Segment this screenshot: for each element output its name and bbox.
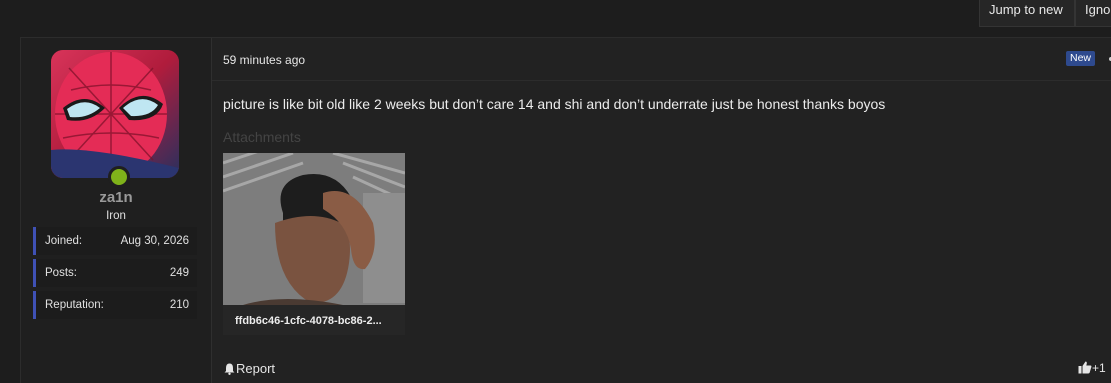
ignore-button[interactable]: Ignore [1075,0,1111,27]
attachment-thumbnail[interactable]: ffdb6c46-1cfc-4078-bc86-2... [223,153,405,335]
bell-icon [224,363,235,378]
like-button[interactable]: +1 [1078,361,1106,375]
stat-label: Joined: [45,235,83,247]
stat-value: 210 [169,299,189,311]
stat-label: Reputation: [45,299,104,311]
forum-post: za1n Iron Joined: Aug 30, 2026 Posts: 24… [20,37,1111,383]
attachments-heading: Attachments [223,129,301,145]
thumbs-up-icon [1078,361,1092,374]
avatar[interactable] [51,50,179,178]
stat-value: 249 [169,267,189,279]
new-badge: New [1066,51,1096,66]
user-rank: Iron [106,210,126,222]
jump-to-new-button[interactable]: Jump to new [979,0,1075,27]
username[interactable]: za1n [21,189,211,206]
post-timestamp[interactable]: 59 minutes ago [223,53,305,67]
stat-value: Aug 30, 2026 [120,235,189,247]
stat-joined: Joined: Aug 30, 2026 [33,227,197,255]
avatar-image [51,50,179,178]
report-label: Report [236,361,276,376]
author-sidebar: za1n Iron Joined: Aug 30, 2026 Posts: 24… [21,38,212,383]
stat-label: Posts: [45,267,77,279]
online-status-indicator [108,166,130,188]
thread-toolbar: Jump to new Ignore [0,0,1111,37]
attachment-filename: ffdb6c46-1cfc-4078-bc86-2... [223,305,405,335]
stat-reputation: Reputation: 210 [33,291,197,319]
post-message: picture is like bit old like 2 weeks but… [223,96,886,112]
post-header: 59 minutes ago New [212,38,1111,81]
report-link[interactable]: Report [224,361,275,378]
stat-posts: Posts: 249 [33,259,197,287]
like-count: +1 [1092,361,1106,375]
